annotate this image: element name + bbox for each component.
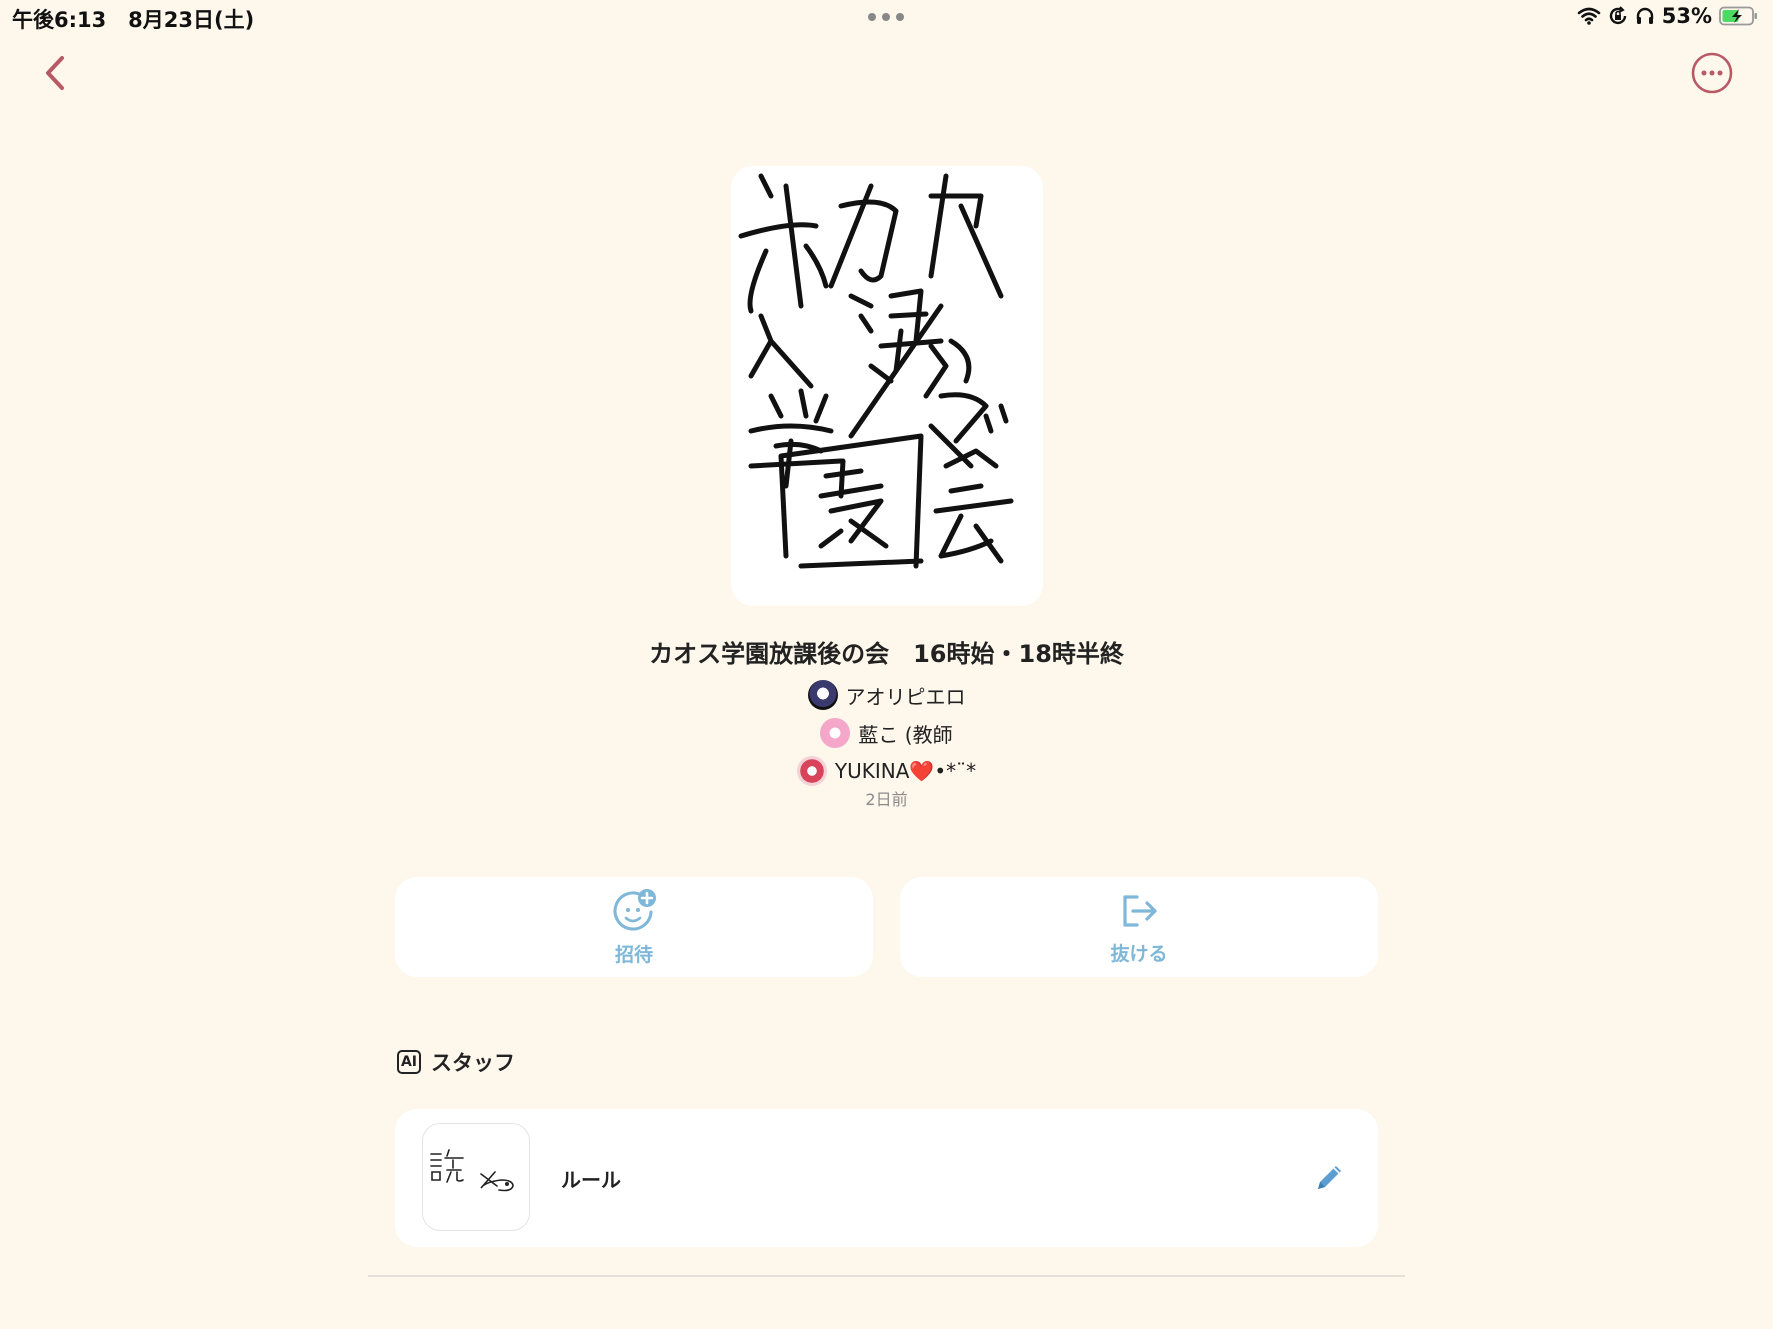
status-time: 午後6:13 8月23日(土) — [12, 4, 254, 34]
member-item[interactable]: アオリピエロ — [0, 676, 1773, 714]
avatar — [807, 680, 838, 710]
orientation-lock-icon — [1609, 6, 1626, 25]
invite-button[interactable]: 招待 — [395, 877, 873, 977]
avatar — [796, 756, 827, 786]
multitasking-dots-icon[interactable] — [868, 13, 904, 21]
battery-charging-icon — [1719, 6, 1757, 26]
staff-thumbnail — [422, 1123, 530, 1231]
group-title: カオス学園放課後の会 16時始・18時半終 — [649, 640, 1124, 668]
section-divider — [368, 1275, 1405, 1277]
member-name: 藍こ (教師 — [858, 722, 953, 747]
more-options-button[interactable] — [1689, 50, 1735, 96]
group-cover-image — [731, 166, 1043, 606]
member-name: YUKINA❤️•*¨* — [835, 759, 976, 783]
handwritten-thumbnail-artwork — [430, 1149, 514, 1192]
section-title: スタッフ — [431, 1051, 515, 1075]
chevron-left-icon — [46, 56, 64, 90]
back-button[interactable] — [38, 50, 74, 96]
updated-timestamp: 2日前 — [865, 790, 908, 809]
leave-label: 抜ける — [1110, 942, 1168, 965]
invite-label: 招待 — [614, 943, 653, 966]
staff-item-label: ルール — [561, 1168, 621, 1192]
avatar — [820, 718, 851, 748]
battery-percent: 53% — [1661, 4, 1712, 28]
edit-button[interactable] — [1310, 1159, 1348, 1197]
status-date-text: 8月23日(土) — [128, 8, 255, 32]
wifi-icon — [1577, 7, 1601, 25]
handwritten-cover-artwork — [738, 173, 1014, 569]
headphones-icon — [1636, 7, 1653, 24]
member-name-suffix: •*¨* — [934, 759, 977, 783]
ellipsis-circle-icon — [1691, 52, 1733, 94]
status-time-text: 午後6:13 — [12, 8, 107, 32]
staff-item-rules[interactable]: ルール — [395, 1109, 1378, 1247]
member-list: アオリピエロ 藍こ (教師 YUKINA❤️•*¨* — [0, 676, 1773, 790]
leave-button[interactable]: 抜ける — [900, 877, 1378, 977]
heart-emoji: ❤️ — [909, 759, 935, 783]
member-name: アオリピエロ — [845, 684, 966, 709]
add-person-icon — [613, 888, 656, 930]
member-name-text: YUKINA — [834, 759, 910, 783]
ai-badge-icon: AI — [397, 1050, 421, 1074]
exit-icon — [1123, 894, 1157, 927]
status-bar: 午後6:13 8月23日(土) 53% — [0, 0, 1773, 34]
pencil-icon — [1318, 1166, 1341, 1189]
status-indicators: 53% — [1577, 4, 1759, 28]
member-item[interactable]: YUKINA❤️•*¨* — [0, 752, 1773, 790]
staff-section-header: AI スタッフ — [397, 1047, 515, 1077]
member-item[interactable]: 藍こ (教師 — [0, 714, 1773, 752]
